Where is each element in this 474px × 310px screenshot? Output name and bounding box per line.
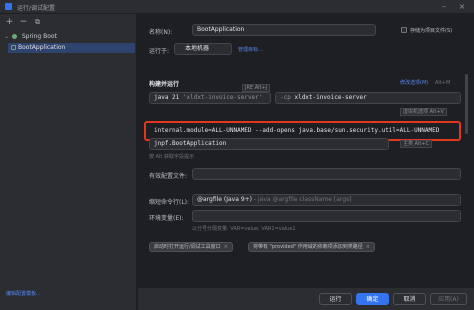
jre-tag: JRE Alt+J xyxy=(242,84,271,92)
jdk-detail: 'xldxt-invoice-server' xyxy=(182,94,263,101)
close-icon[interactable]: × xyxy=(224,244,228,250)
chip-provided-scope[interactable]: 将带有 "provided" 作用域的依赖项添加到类路径 × xyxy=(248,242,375,252)
window-title: 运行/调试配置 xyxy=(17,5,56,12)
module-value: xldxt-invoice-server xyxy=(294,94,367,101)
minimize-icon[interactable]: – xyxy=(438,1,450,12)
run-on-value: 本地机器 xyxy=(185,45,210,52)
config-form: 名称(N): BootApplication 存储为项目文件(S) 运行于: 本… xyxy=(138,14,474,310)
cancel-button[interactable]: 取消 xyxy=(393,293,426,305)
build-run-title: 构建并运行 xyxy=(149,81,180,88)
shorten-cmd-detail: - java @argfile className [args] xyxy=(253,196,352,203)
run-on-label: 运行于: xyxy=(149,48,170,55)
jdk-value: java 21 xyxy=(154,94,180,101)
tree-item-label: BootApplication xyxy=(18,44,66,51)
env-vars-label: 环境变量(E): xyxy=(149,215,184,222)
name-input[interactable]: BootApplication xyxy=(192,24,376,36)
chip-label: 启动时打开运行/调试工具窗口 xyxy=(154,244,221,250)
run-button[interactable]: 运行 xyxy=(319,293,352,305)
shorten-cmd-value: @argfile (Java 9+) xyxy=(197,196,252,203)
module-select[interactable]: -cp xldxt-invoice-server xyxy=(275,92,461,104)
add-icon[interactable]: + xyxy=(5,18,14,27)
dialog-footer: 运行 确定 取消 应用(A) xyxy=(138,287,474,310)
app-icon xyxy=(5,3,12,10)
active-profiles-label: 有效配置文件: xyxy=(149,173,188,180)
jdk-select[interactable]: java 21 'xldxt-invoice-server' xyxy=(149,92,271,104)
shorten-cmd-label: 缩短命令行(L): xyxy=(149,199,190,206)
store-as-file-checkbox[interactable] xyxy=(401,27,407,33)
ok-button[interactable]: 确定 xyxy=(356,293,389,305)
main-class-input[interactable]: jnpf.BootApplication xyxy=(149,138,389,150)
shorten-cmd-select[interactable]: @argfile (Java 9+) - java @argfile class… xyxy=(192,194,461,206)
run-on-select[interactable]: 本地机器 xyxy=(174,43,232,55)
config-sidebar: + − ⧉ ⌄ Spring Boot BootApplication 编辑配置… xyxy=(0,14,137,310)
scrollbar[interactable] xyxy=(465,74,468,134)
remove-icon[interactable]: − xyxy=(19,18,28,27)
tree-item-label: Spring Boot xyxy=(21,33,57,40)
modify-options-shortcut: Alt+M xyxy=(435,80,451,86)
main-class-tag: 主类 Alt+C xyxy=(400,140,433,148)
close-icon[interactable]: × xyxy=(456,1,468,12)
active-profiles-input[interactable] xyxy=(192,168,461,180)
apply-button[interactable]: 应用(A) xyxy=(430,293,467,305)
chip-label: 将带有 "provided" 作用域的依赖项添加到类路径 xyxy=(253,244,363,250)
env-vars-hint: 以分号分隔变量: VAR=value; VAR1=value1 xyxy=(192,226,296,232)
spring-boot-icon xyxy=(11,34,17,39)
chevron-down-icon[interactable]: ⌄ xyxy=(4,33,10,40)
edit-templates-link[interactable]: 编辑配置模板... xyxy=(6,290,41,297)
tree-item-boot-application[interactable]: BootApplication xyxy=(8,43,135,53)
close-icon[interactable]: × xyxy=(366,244,370,250)
env-vars-input[interactable] xyxy=(192,210,461,222)
main-class-hint: 按 Alt 获取字段提示 xyxy=(149,154,194,160)
title-bar: 运行/调试配置 – × xyxy=(0,0,474,14)
copy-icon[interactable]: ⧉ xyxy=(33,18,42,27)
name-label: 名称(N): xyxy=(149,29,173,36)
store-as-file-label: 存储为项目文件(S) xyxy=(410,28,453,34)
chip-open-run-window[interactable]: 启动时打开运行/调试工具窗口 × xyxy=(149,242,233,252)
vm-options-input[interactable]: internal.module=ALL-UNNAMED --add-opens … xyxy=(149,125,456,137)
modify-options-link[interactable]: 修改选项(M) xyxy=(400,79,428,86)
vm-options-tag: 虚拟机选项 Alt+V xyxy=(400,108,447,116)
run-config-icon xyxy=(11,45,16,50)
tree-item-spring-boot[interactable]: ⌄ Spring Boot xyxy=(4,33,134,42)
module-prefix: -cp xyxy=(280,94,291,101)
manage-targets-link[interactable]: 管理目标... xyxy=(238,46,263,53)
